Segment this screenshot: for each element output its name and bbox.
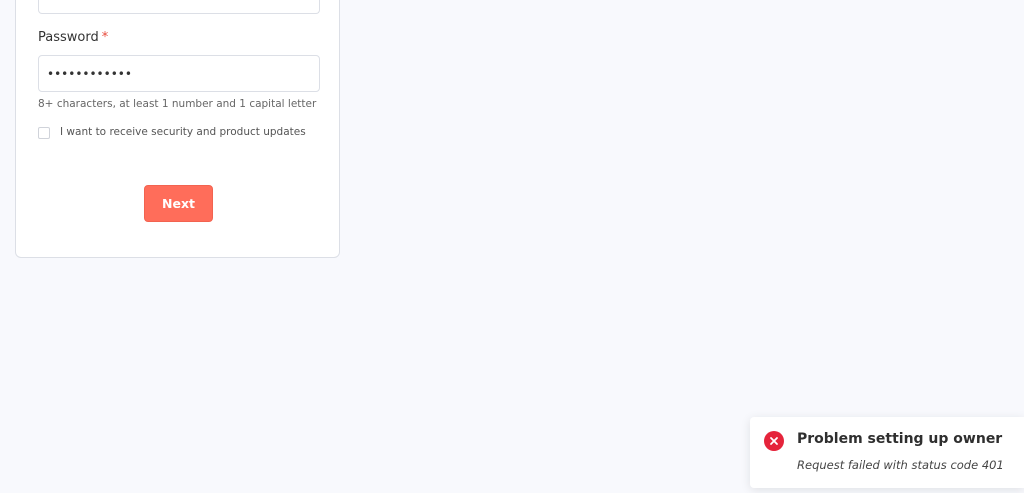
required-asterisk: * bbox=[101, 30, 109, 45]
previous-input-field[interactable] bbox=[38, 0, 320, 14]
toast-title: Problem setting up owner bbox=[797, 431, 1003, 447]
password-label-text: Password bbox=[38, 30, 99, 45]
password-hint: 8+ characters, at least 1 number and 1 c… bbox=[38, 98, 317, 110]
password-input[interactable] bbox=[38, 55, 320, 92]
next-button[interactable]: Next bbox=[144, 185, 213, 222]
password-label: Password * bbox=[38, 30, 108, 45]
error-toast: Problem setting up owner Request failed … bbox=[750, 417, 1024, 488]
toast-message: Request failed with status code 401 bbox=[797, 458, 1004, 472]
error-x-icon bbox=[764, 431, 784, 451]
setup-form-card: Password* 8+ characters, at least 1 numb… bbox=[15, 0, 340, 258]
updates-checkbox-label[interactable]: I want to receive security and product u… bbox=[60, 126, 306, 138]
updates-checkbox[interactable] bbox=[38, 127, 50, 139]
